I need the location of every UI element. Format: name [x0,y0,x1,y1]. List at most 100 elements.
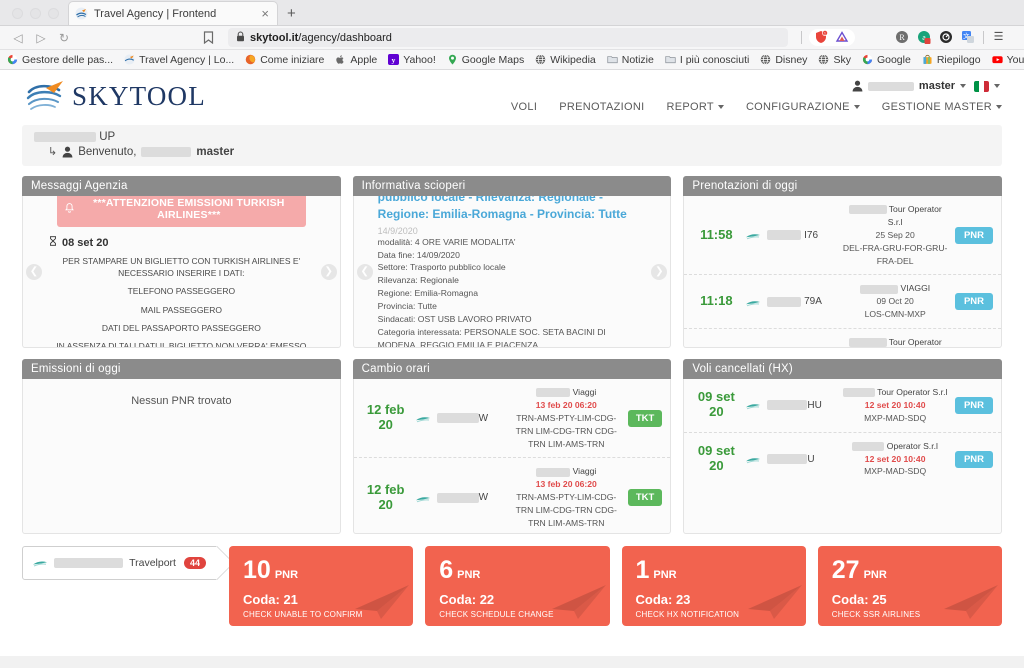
brand-logo[interactable]: SKYTOOL [26,79,206,113]
breadcrumb: UP ↳ Benvenuto, master [22,125,1002,166]
forward-button[interactable]: ▷ [31,29,51,47]
bookmark-label: Yahoo! [403,54,436,66]
redacted-text [767,400,807,410]
redacted-text [843,388,875,397]
panel-body-emissioni: Nessun PNR trovato [22,379,341,534]
address-bar[interactable]: skytool.it/agency/dashboard [228,28,788,47]
pnr-button[interactable]: PNR [955,397,993,414]
chevron-right-icon-scioperi[interactable]: ❯ [651,264,667,280]
table-row[interactable]: 11:58 I76 Tour Operator S.r.l 25 Sep 20 … [684,196,1001,275]
triangle-icon[interactable] [835,30,850,45]
pnr-code: U [767,454,835,465]
bookmark-item[interactable]: Disney [760,54,807,66]
queue-count-row: 6PNR [439,558,595,583]
route: TRN-AMS-PTY-LIM-CDG-TRN LIM-CDG-TRN CDG-… [516,413,617,449]
user-name: master [919,80,955,92]
bag-icon [922,54,933,65]
extension-group[interactable]: 1 [809,29,855,46]
bookmark-item[interactable]: Google [862,54,911,66]
bookmark-item[interactable]: y Yahoo! [388,54,436,66]
pnr-button[interactable]: PNR [955,293,993,310]
clock-circle-icon[interactable] [939,30,954,45]
browser-tab[interactable]: Travel Agency | Frontend × [68,1,278,25]
queue-card[interactable]: 10PNR Coda: 21 CHECK UNABLE TO CONFIRM [229,546,413,626]
italy-flag-icon [974,81,989,92]
maximize-window-button[interactable] [48,8,59,19]
bookmark-item[interactable]: I più conosciuti [665,54,749,66]
strike-detail-line: Sindacati: OST USB LAVORO PRIVATO [378,313,647,326]
new-tab-button[interactable]: + [278,6,305,25]
pnr-button[interactable]: PNR [955,227,993,244]
bookmark-item[interactable]: Sky [818,54,851,66]
lock-icon [236,31,245,45]
bookmark-icon[interactable] [197,29,219,47]
scioperi-carousel: ❮ Data inizio: 14/09/2020 - Settore: Tra… [354,196,671,347]
table-row[interactable]: 10:52 HU Tour Operator S.r.l 12 Sep 20 M… [684,329,1001,348]
language-selector[interactable] [974,81,1000,92]
chevron-left-icon[interactable]: ❮ [26,264,42,280]
a-circle-icon[interactable]: a [917,30,932,45]
breadcrumb-line-1: UP [34,131,990,143]
strike-detail-line: Categoria interessata: PERSONALE SOC. SE… [378,326,647,348]
bookmark-item[interactable]: Notizie [607,54,654,66]
strike-detail-line: Provincia: Tutte [378,300,647,313]
tkt-button[interactable]: TKT [628,489,662,506]
app-header: SKYTOOL master VOLI PRENOTAZIONI [0,70,1024,125]
table-row[interactable]: 09 set20 HU Tour Operator S.r.l 12 set 2… [684,379,1001,433]
cancel-date: 09 set20 [692,390,740,420]
bookmark-item[interactable]: Apple [335,54,377,66]
pnr-button[interactable]: PNR [955,451,993,468]
queue-card[interactable]: 27PNR Coda: 25 CHECK SSR AIRLINES [818,546,1002,626]
nav-item-prenotazioni[interactable]: PRENOTAZIONI [559,101,644,113]
close-window-button[interactable] [12,8,23,19]
nav-item-voli[interactable]: VOLI [511,101,537,113]
gds-travelport-tab[interactable]: Travelport 44 [22,546,217,580]
nav-item-report[interactable]: REPORT [666,101,723,113]
queue-card[interactable]: 6PNR Coda: 22 CHECK SCHEDULE CHANGE [425,546,609,626]
panel-title-cambio-orari: Cambio orari [353,359,672,379]
bookmark-item[interactable]: Wikipedia [535,54,596,66]
back-button[interactable]: ◁ [8,29,28,47]
translate-icon[interactable]: 文 [961,30,976,45]
table-row[interactable]: 11:18 79A VIAGGI 09 Oct 20 LOS-CMN-MXP P… [684,275,1001,329]
panel-title-prenotazioni: Prenotazioni di oggi [683,176,1002,196]
empty-state-text: Nessun PNR trovato [23,379,340,423]
window-traffic-lights[interactable] [8,8,68,25]
shield-icon[interactable]: 1 [814,30,829,45]
chevron-right-icon[interactable]: ❯ [321,264,337,280]
hamburger-menu-icon[interactable]: ☰ [991,30,1006,45]
cancel-details: Tour Operator S.r.l 12 set 20 10:40 MXP-… [841,386,949,425]
r-circle-icon[interactable]: R [895,30,910,45]
strike-headline: Data inizio: 14/09/2020 - Settore: Trasp… [378,196,647,224]
queue-count: 10 [243,556,271,584]
bookmark-item[interactable]: Travel Agency | Lo... [124,54,234,66]
panel-messaggi-agenzia: Messaggi Agenzia ❮ ***ATTENZIONE EMISSIO… [22,176,341,348]
panel-informativa-scioperi: Informativa scioperi ❮ Data inizio: 14/0… [353,176,672,348]
queue-card[interactable]: 1PNR Coda: 23 CHECK HX NOTIFICATION [622,546,806,626]
reload-button[interactable]: ↻ [54,29,74,47]
folder-icon [665,54,676,65]
bookmark-item[interactable]: Come iniziare [245,54,324,66]
table-row[interactable]: 12 feb20 W Viaggi 13 feb 20 06:20 TRN-AM… [354,458,671,534]
paper-plane-icon [936,585,998,622]
bookmark-item[interactable]: Google Maps [447,54,524,66]
maps-pin-icon [447,54,458,65]
table-row[interactable]: 12 feb20 W Viaggi 13 feb 20 06:20 TRN-AM… [354,379,671,458]
close-tab-button[interactable]: × [259,7,271,20]
tab-title: Travel Agency | Frontend [94,8,253,20]
bookmark-item[interactable]: YouTube [992,54,1024,66]
plane-icon [33,558,48,568]
strike-detail-line: modalità: 4 ORE VARIE MODALITA' [378,236,647,249]
user-menu[interactable]: master [852,80,966,92]
chevron-left-icon-scioperi[interactable]: ❮ [357,264,373,280]
nav-item-configurazione[interactable]: CONFIGURAZIONE [746,101,860,113]
bookmark-item[interactable]: Riepilogo [922,54,981,66]
minimize-window-button[interactable] [30,8,41,19]
scioperi-slide: Data inizio: 14/09/2020 - Settore: Trasp… [376,196,649,348]
nav-item-gestione-master[interactable]: GESTIONE MASTER [882,101,1002,113]
greeting-text: Benvenuto, [78,146,136,158]
bookmark-item[interactable]: Gestore delle pas... [7,54,113,66]
tkt-button[interactable]: TKT [628,410,662,427]
table-row[interactable]: 09 set20 U Operator S.r.l 12 set 20 10:4… [684,433,1001,486]
bookmark-label: Google [877,54,911,66]
